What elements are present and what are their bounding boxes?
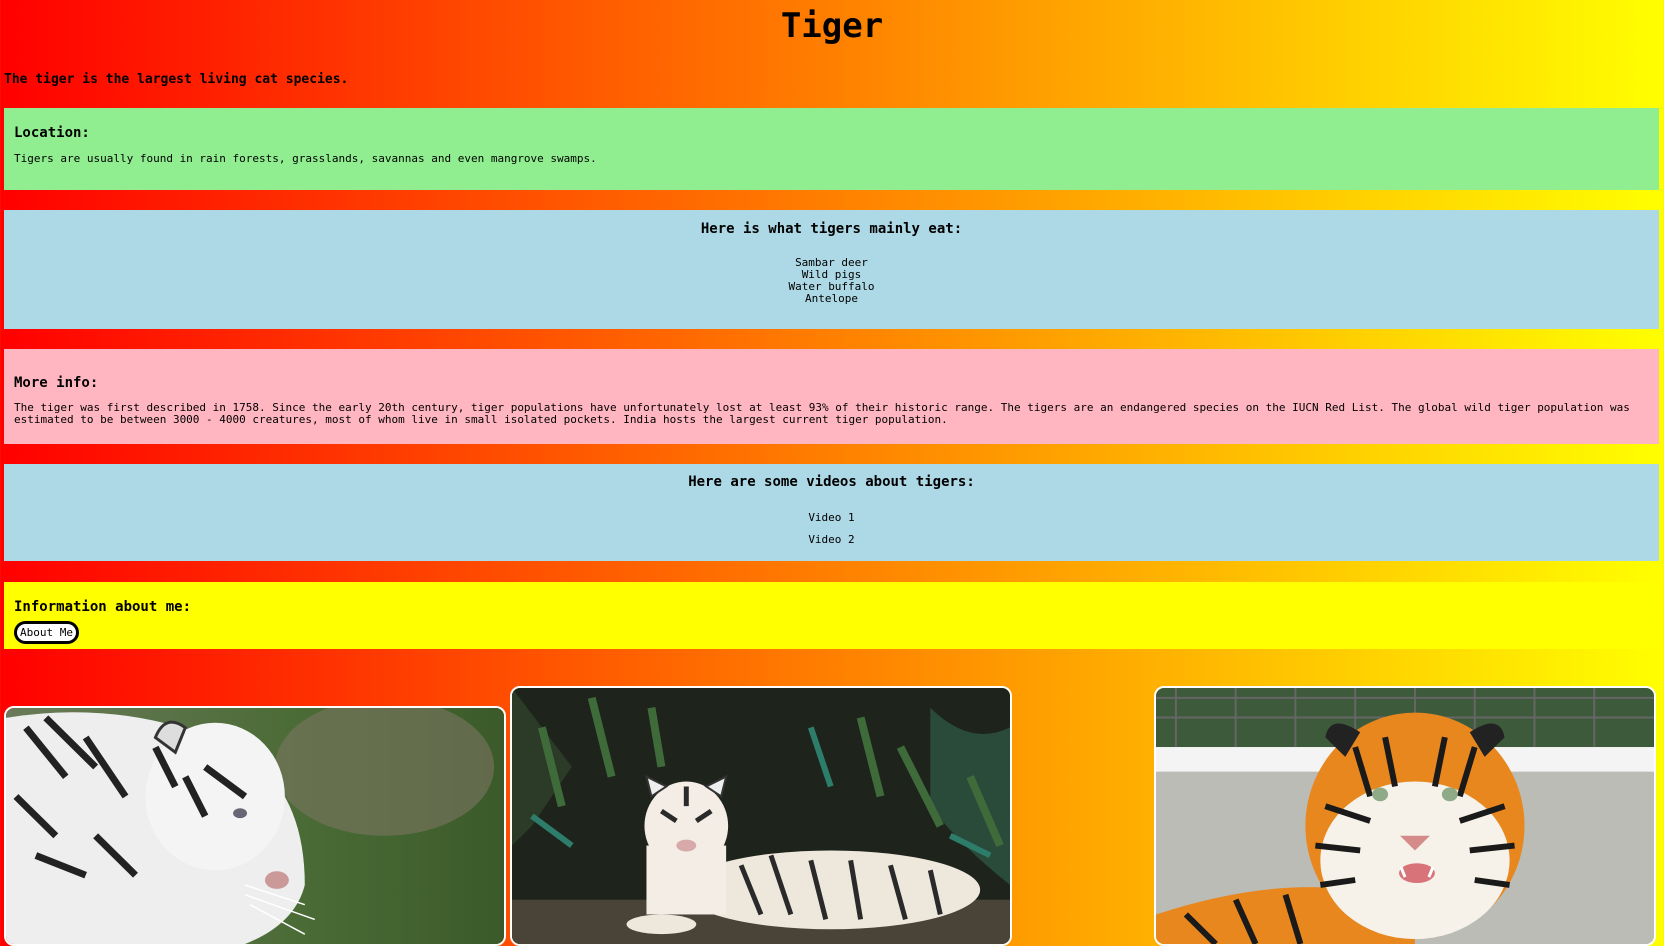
diet-section: Here is what tigers mainly eat: Sambar d…	[4, 210, 1659, 329]
white-tiger-lying-photo	[510, 686, 1012, 946]
about-section: Information about me: About Me	[4, 582, 1659, 649]
videos-section: Here are some videos about tigers: Video…	[4, 464, 1659, 561]
more-info-section: More info: The tiger was first described…	[4, 349, 1659, 444]
white-tiger-profile-photo	[4, 706, 506, 946]
about-heading: Information about me:	[14, 599, 192, 615]
bengal-tiger-face-photo	[1154, 686, 1656, 946]
more-info-text: The tiger was first described in 1758. S…	[14, 401, 1630, 426]
location-heading: Location:	[14, 125, 90, 141]
about-me-button[interactable]: About Me	[14, 621, 79, 644]
list-item: Antelope	[805, 292, 858, 305]
location-text: Tigers are usually found in rain forests…	[14, 152, 597, 165]
page-title: Tiger	[780, 6, 884, 46]
video-link-2[interactable]: Video 2	[14, 534, 1649, 546]
location-section: Location: Tigers are usually found in ra…	[4, 108, 1659, 190]
diet-list: Sambar deer Wild pigs Water buffalo Ante…	[14, 257, 1649, 305]
videos-heading: Here are some videos about tigers:	[688, 474, 975, 490]
video-link-1[interactable]: Video 1	[14, 512, 1649, 524]
more-info-heading: More info:	[14, 375, 99, 391]
diet-heading: Here is what tigers mainly eat:	[700, 221, 963, 237]
intro-text: The tiger is the largest living cat spec…	[4, 72, 349, 87]
